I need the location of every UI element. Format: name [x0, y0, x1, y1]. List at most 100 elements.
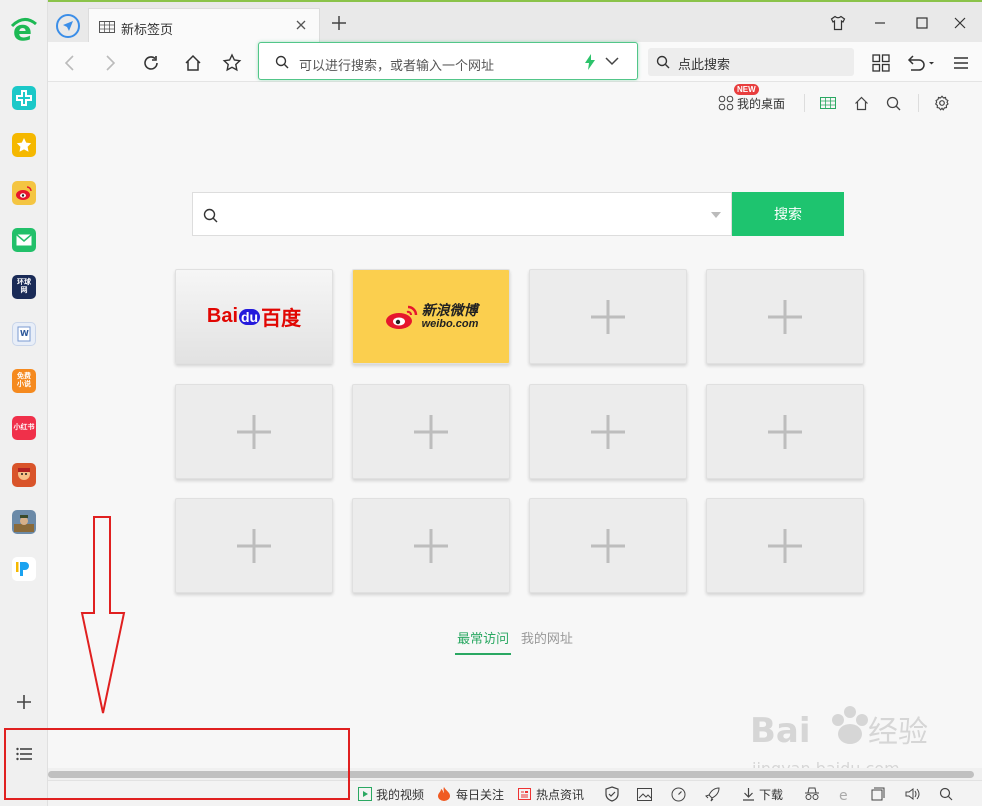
tile-empty[interactable] — [706, 498, 864, 593]
sidebar-item-favorites[interactable] — [12, 133, 36, 157]
annotation-arrow — [80, 516, 126, 714]
sidebar-item-docs[interactable]: W — [12, 322, 36, 346]
annotation-highlight-box — [4, 728, 350, 800]
maximize-icon — [916, 17, 928, 29]
chevron-down-icon[interactable] — [605, 57, 619, 66]
tab-most-visited[interactable]: 最常访问 — [455, 628, 512, 655]
sidebar-item-health[interactable] — [12, 86, 36, 110]
sidebar-item-pubg[interactable] — [12, 510, 36, 534]
download-label: 下载 — [759, 787, 784, 802]
ie-mode-button[interactable]: e — [836, 786, 852, 802]
dropdown-arrow-icon[interactable] — [711, 212, 721, 218]
close-icon — [296, 20, 306, 30]
tab-title: 新标签页 — [121, 22, 174, 37]
close-window-button[interactable] — [950, 14, 970, 32]
side-search-label: 点此搜索 — [678, 57, 731, 72]
tile-weibo[interactable]: 新浪微博 weibo.com — [352, 269, 510, 364]
lightning-icon[interactable] — [585, 54, 595, 70]
apps-button[interactable] — [870, 52, 892, 74]
sidebar-item-p-logo[interactable] — [12, 557, 36, 581]
navigation-logo-icon[interactable] — [56, 14, 80, 38]
table-grid-icon — [820, 97, 836, 109]
tile-empty[interactable] — [175, 498, 333, 593]
daily-focus-button[interactable]: 每日关注 — [438, 786, 504, 802]
sidebar-item-mail[interactable] — [12, 228, 36, 252]
home-view-button[interactable] — [854, 92, 869, 114]
sidebar-item-weibo[interactable] — [12, 181, 36, 205]
svg-text:Bai: Bai — [750, 711, 811, 751]
main-menu-button[interactable] — [950, 52, 972, 74]
bookmark-button[interactable] — [221, 52, 243, 74]
sidebar-item-game[interactable] — [12, 463, 36, 487]
security-button[interactable] — [604, 786, 620, 802]
minimize-button[interactable] — [870, 14, 890, 32]
main-search-input[interactable] — [192, 192, 732, 236]
zoom-button[interactable] — [938, 786, 954, 802]
plus-icon — [414, 414, 448, 449]
tile-empty[interactable] — [529, 384, 687, 479]
weibo-cn: 新浪微博 — [421, 301, 478, 318]
tab-new-tab[interactable]: 新标签页 — [88, 8, 320, 44]
window-restore-icon — [871, 787, 885, 801]
search-button[interactable]: 搜索 — [732, 192, 844, 236]
undo-icon — [907, 55, 934, 71]
ie-icon: e — [839, 788, 848, 802]
address-bar[interactable]: 可以进行搜索，或者输入一个网址 — [258, 42, 638, 80]
maximize-button[interactable] — [912, 14, 932, 32]
gauge-icon — [671, 787, 685, 801]
tile-baidu[interactable]: Bai du 百度 — [175, 269, 333, 364]
tile-empty[interactable] — [175, 384, 333, 479]
grid-view-button[interactable] — [820, 92, 836, 114]
volume-button[interactable] — [904, 786, 920, 802]
rocket-icon — [704, 786, 720, 801]
forward-button[interactable] — [100, 52, 122, 74]
video-icon — [358, 787, 372, 801]
svg-text:W: W — [20, 329, 29, 338]
sidebar-item-label: 小红书 — [13, 424, 35, 431]
screenshot-button[interactable] — [636, 786, 652, 802]
hot-news-button[interactable]: 热点资讯 — [518, 786, 584, 802]
search-icon — [886, 96, 901, 110]
side-search-box[interactable]: 点此搜索 — [648, 48, 854, 76]
sidebar-item-global-news[interactable]: 环球网 — [12, 275, 36, 299]
add-sidebar-item-button[interactable] — [12, 690, 36, 714]
download-button[interactable]: 下载 — [742, 786, 783, 802]
tile-empty[interactable] — [529, 269, 687, 364]
tile-empty[interactable] — [706, 269, 864, 364]
minimize-icon — [875, 22, 885, 24]
sidebar-item-label: 环球网 — [17, 279, 31, 294]
title-bar: 新标签页 — [48, 0, 982, 44]
undo-button[interactable] — [904, 52, 936, 74]
tile-empty[interactable] — [706, 384, 864, 479]
plus-icon — [237, 414, 271, 449]
flame-icon — [438, 787, 450, 801]
tile-empty[interactable] — [352, 498, 510, 593]
rocket-button[interactable] — [704, 786, 720, 802]
refresh-button[interactable] — [140, 52, 162, 74]
close-tab-button[interactable] — [293, 17, 309, 33]
tab-my-sites[interactable]: 我的网址 — [519, 628, 575, 653]
sidebar-item-xiaohongshu[interactable]: 小红书 — [12, 416, 36, 440]
divider — [918, 94, 919, 112]
settings-button[interactable] — [934, 92, 950, 114]
navigation-toolbar: 可以进行搜索，或者输入一个网址 点此搜索 — [48, 42, 982, 82]
sidebar-item-free-novel[interactable]: 免费小说 — [12, 369, 36, 393]
restore-button[interactable] — [870, 786, 886, 802]
browser-logo-icon[interactable]: e — [10, 14, 38, 46]
my-desktop-button[interactable]: 我的桌面 — [718, 92, 785, 114]
incognito-button[interactable] — [804, 786, 820, 802]
star-icon — [222, 53, 242, 72]
daily-focus-label: 每日关注 — [456, 787, 505, 802]
image-icon — [636, 787, 652, 801]
speedup-button[interactable] — [670, 786, 686, 802]
new-tab-button[interactable] — [330, 14, 348, 32]
my-video-button[interactable]: 我的视频 — [358, 786, 424, 802]
grid-icon — [872, 54, 890, 72]
search-view-button[interactable] — [886, 92, 901, 114]
home-icon — [855, 96, 868, 110]
tile-empty[interactable] — [529, 498, 687, 593]
back-button[interactable] — [58, 52, 80, 74]
tile-empty[interactable] — [352, 384, 510, 479]
skin-button[interactable] — [828, 14, 848, 32]
home-button[interactable] — [182, 52, 204, 74]
